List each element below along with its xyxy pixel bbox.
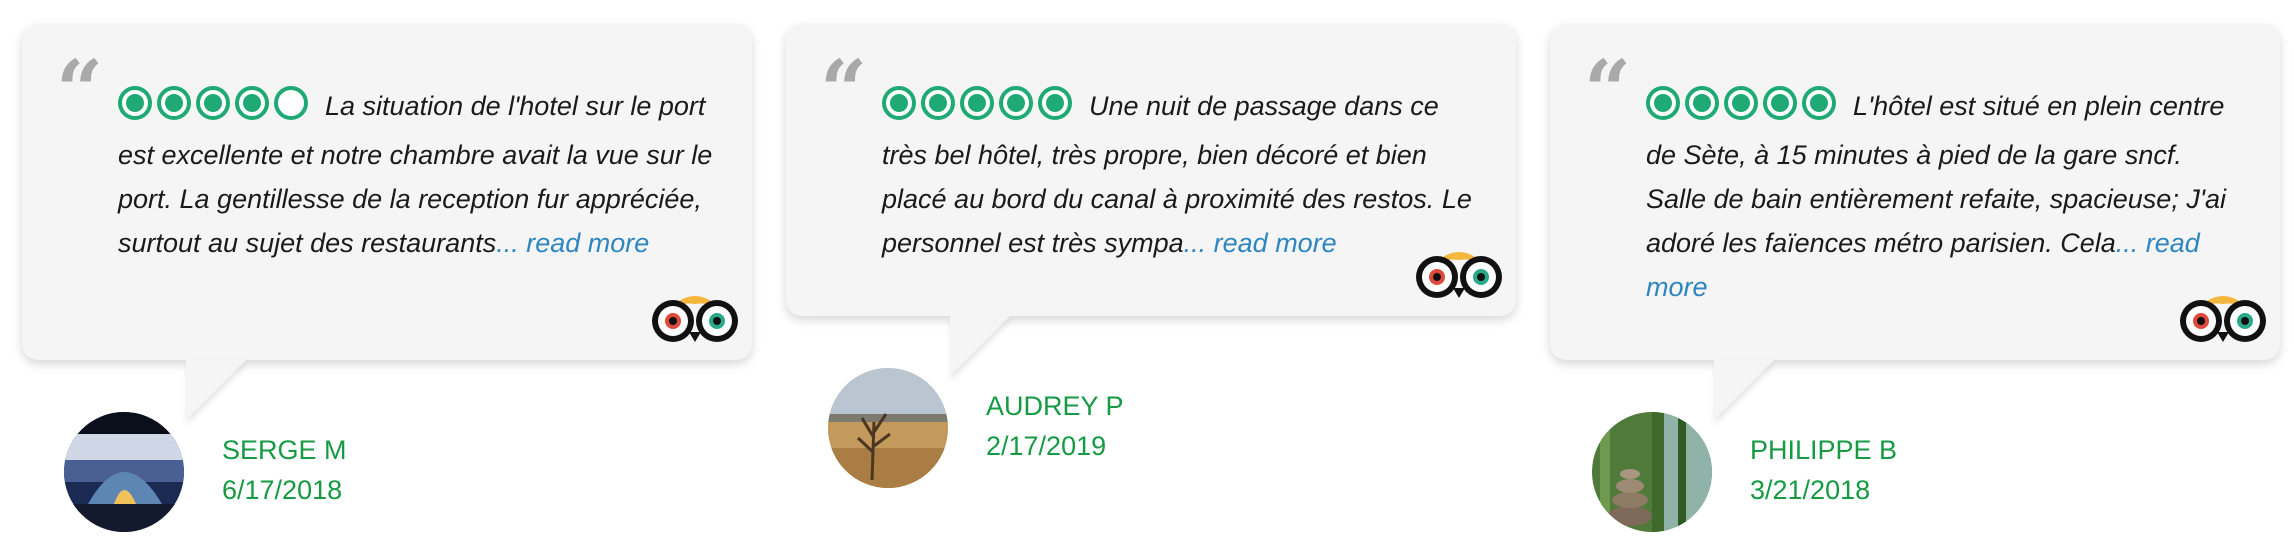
savanna-landscape-photo bbox=[828, 368, 948, 488]
review-text-block: La situation de l'hotel sur le port est … bbox=[118, 84, 718, 265]
bamboo-stones-photo bbox=[1592, 412, 1712, 532]
rating-dot bbox=[999, 86, 1033, 120]
rating-dot bbox=[1802, 86, 1836, 120]
review-text-block: Une nuit de passage dans ce très bel hôt… bbox=[882, 84, 1482, 265]
tripadvisor-owl-icon bbox=[2180, 296, 2266, 342]
rating-dot bbox=[196, 86, 230, 120]
rating-dot bbox=[882, 86, 916, 120]
rating-dot bbox=[235, 86, 269, 120]
rating-bubbles bbox=[1646, 86, 1841, 133]
rating-dot bbox=[1763, 86, 1797, 120]
review-date: 2/17/2019 bbox=[986, 431, 1107, 461]
rating-dot bbox=[118, 86, 152, 120]
review-text-block: L'hôtel est situé en plein centre de Sèt… bbox=[1646, 84, 2246, 309]
rating-bubbles bbox=[118, 86, 313, 133]
rating-dot-empty bbox=[274, 86, 308, 120]
rating-dot bbox=[1724, 86, 1758, 120]
review-date: 6/17/2018 bbox=[222, 475, 343, 505]
avatar bbox=[64, 412, 184, 532]
review-date: 3/21/2018 bbox=[1750, 475, 1871, 505]
quote-icon: “ bbox=[56, 43, 104, 139]
quote-icon: “ bbox=[1584, 43, 1632, 139]
author-name: AUDREY P bbox=[986, 391, 1124, 421]
bubble-tail bbox=[1714, 360, 1774, 420]
rating-dot bbox=[1646, 86, 1680, 120]
rating-dot bbox=[921, 86, 955, 120]
read-more-link[interactable]: ... read more bbox=[1184, 228, 1337, 258]
rating-dot bbox=[1038, 86, 1072, 120]
avatar bbox=[1592, 412, 1712, 532]
bubble-tail bbox=[186, 360, 246, 420]
rating-dot bbox=[960, 86, 994, 120]
review-author: AUDREY P 2/17/2019 bbox=[986, 386, 1124, 466]
review-author: PHILIPPE B 3/21/2018 bbox=[1750, 430, 1897, 510]
rating-dot bbox=[157, 86, 191, 120]
tripadvisor-owl-icon bbox=[652, 296, 738, 342]
author-name: SERGE M bbox=[222, 435, 347, 465]
tripadvisor-owl-icon bbox=[1416, 252, 1502, 298]
review-author: SERGE M 6/17/2018 bbox=[222, 430, 347, 510]
read-more-link[interactable]: ... read more bbox=[496, 228, 649, 258]
tent-at-dusk-photo bbox=[64, 412, 184, 532]
author-name: PHILIPPE B bbox=[1750, 435, 1898, 465]
bubble-tail bbox=[950, 316, 1010, 376]
avatar bbox=[828, 368, 948, 488]
quote-icon: “ bbox=[820, 43, 868, 139]
rating-bubbles bbox=[882, 86, 1077, 133]
rating-dot bbox=[1685, 86, 1719, 120]
